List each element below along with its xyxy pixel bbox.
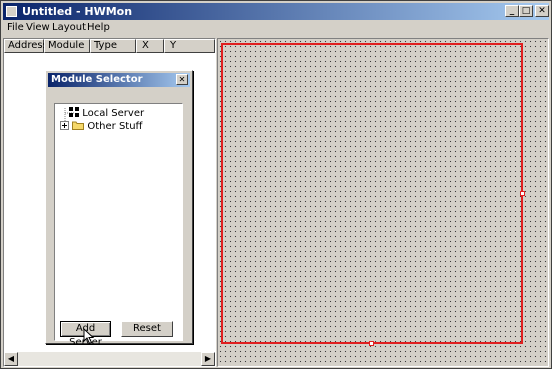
tree-item-label: Local Server	[82, 108, 145, 119]
app-icon	[6, 6, 17, 17]
menu-bar: File View Layout Help	[3, 21, 549, 36]
tree-item-local-server[interactable]: Local Server	[69, 107, 144, 119]
layout-page-outline[interactable]	[221, 43, 525, 346]
minimize-button[interactable]: _	[505, 5, 519, 17]
layout-canvas[interactable]	[217, 38, 549, 367]
column-header-address[interactable]: Address	[4, 39, 48, 53]
column-header-type[interactable]: Type	[90, 39, 136, 53]
tree-item-label: Other Stuff	[87, 121, 143, 132]
module-selector-dialog: Module Selector ✕ Local Server Other Stu…	[45, 70, 193, 348]
column-header-y[interactable]: Y	[164, 39, 215, 53]
menu-file[interactable]: File	[7, 22, 24, 33]
dialog-close-button[interactable]: ✕	[176, 74, 188, 85]
module-tree[interactable]: Local Server Other Stuff	[54, 103, 183, 341]
dialog-title-bar[interactable]: Module Selector ✕	[48, 73, 190, 87]
folder-icon	[72, 121, 85, 130]
resize-handle-bottom[interactable]	[369, 341, 374, 346]
column-header-x[interactable]: X	[136, 39, 164, 53]
resize-handle-right[interactable]	[520, 191, 525, 196]
scroll-right-button[interactable]: ▶	[201, 352, 215, 366]
window-title: Untitled - HWMon	[22, 5, 133, 18]
main-window: Untitled - HWMon _ □ ✕ File View Layout …	[0, 0, 552, 369]
dialog-title: Module Selector	[51, 74, 143, 85]
tree-item-other-stuff[interactable]: Other Stuff	[60, 120, 142, 132]
menu-view[interactable]: View	[26, 22, 50, 33]
mouse-cursor-icon	[83, 328, 95, 345]
menu-help[interactable]: Help	[87, 22, 110, 33]
title-bar[interactable]: Untitled - HWMon _ □ ✕	[3, 3, 549, 20]
column-header-module[interactable]: Module	[44, 39, 90, 53]
expand-icon[interactable]	[60, 121, 69, 130]
close-button[interactable]: ✕	[535, 5, 549, 17]
menu-layout[interactable]: Layout	[52, 22, 86, 33]
horizontal-scrollbar[interactable]: ◀ ▶	[4, 352, 215, 366]
reset-button[interactable]: Reset	[121, 321, 173, 337]
server-icon	[69, 107, 79, 117]
maximize-button[interactable]: □	[519, 5, 533, 17]
scroll-left-button[interactable]: ◀	[4, 352, 18, 366]
